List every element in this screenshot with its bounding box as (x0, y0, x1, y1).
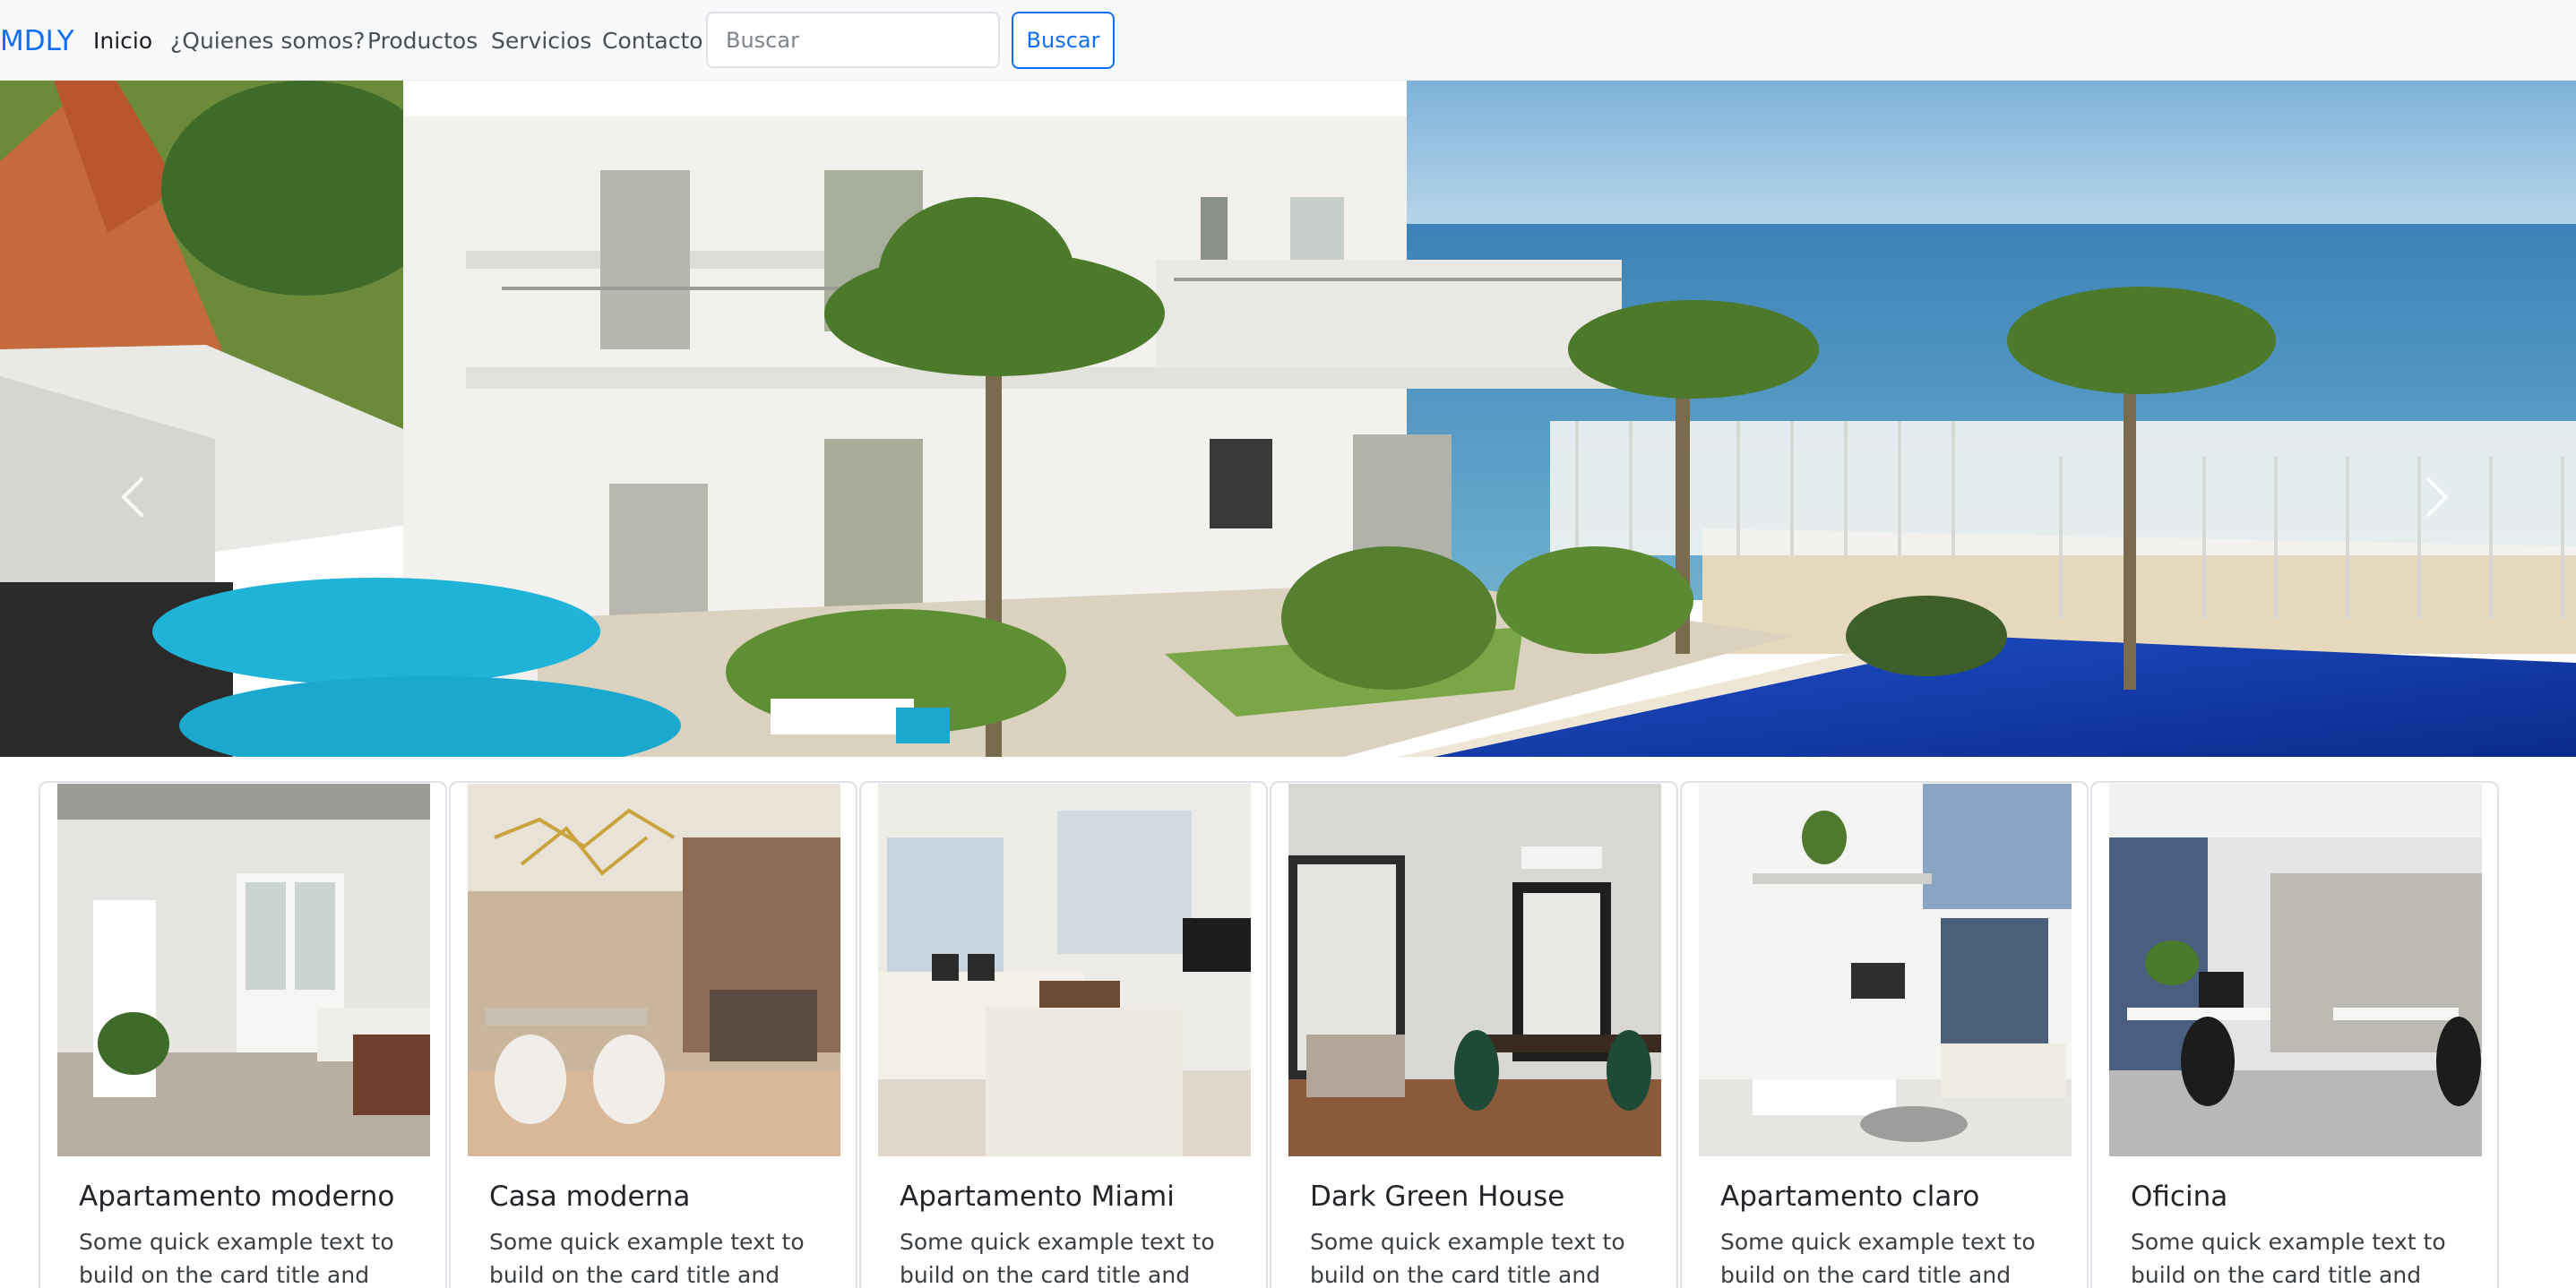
card-title: Apartamento Miami (900, 1181, 1175, 1213)
card-text: Some quick example text to build on the … (1310, 1229, 1625, 1288)
product-card[interactable]: Oficina Some quick example text to build… (2090, 781, 2499, 1288)
card-title: Casa moderna (489, 1181, 691, 1213)
card-title: Apartamento moderno (79, 1181, 395, 1213)
card-image (1288, 784, 1661, 1156)
card-image (2109, 784, 2482, 1156)
product-card[interactable]: Dark Green House Some quick example text… (1270, 781, 1678, 1288)
card-text: Some quick example text to build on the … (79, 1229, 394, 1288)
nav-link-productos[interactable]: Productos (367, 23, 478, 59)
card-title: Oficina (2131, 1181, 2228, 1213)
navbar: MDLY Inicio ¿Quienes somos? Productos Se… (0, 0, 2576, 81)
card-image (878, 784, 1251, 1156)
product-card[interactable]: Apartamento Miami Some quick example tex… (859, 781, 1268, 1288)
card-title: Dark Green House (1310, 1181, 1565, 1213)
nav-link-quienes-somos[interactable]: ¿Quienes somos? (170, 23, 366, 59)
product-cards: Apartamento moderno Some quick example t… (39, 781, 2499, 1288)
carousel-slide-image (0, 81, 2576, 757)
card-image (57, 784, 430, 1156)
card-image (1699, 784, 2072, 1156)
product-card[interactable]: Apartamento moderno Some quick example t… (39, 781, 447, 1288)
chevron-left-icon (122, 477, 143, 517)
card-text: Some quick example text to build on the … (489, 1229, 805, 1288)
card-title: Apartamento claro (1720, 1181, 1980, 1213)
card-image (468, 784, 840, 1156)
nav-link-contacto[interactable]: Contacto (602, 23, 703, 59)
product-card[interactable]: Casa moderna Some quick example text to … (449, 781, 857, 1288)
nav-link-servicios[interactable]: Servicios (491, 23, 591, 59)
card-text: Some quick example text to build on the … (2131, 1229, 2446, 1288)
brand-logo[interactable]: MDLY (0, 23, 74, 59)
carousel-prev-button[interactable] (106, 443, 159, 551)
search-input[interactable] (706, 12, 1000, 68)
hero-carousel (0, 81, 2576, 757)
product-card[interactable]: Apartamento claro Some quick example tex… (1680, 781, 2089, 1288)
carousel-next-button[interactable] (2410, 443, 2464, 551)
nav-link-inicio[interactable]: Inicio (93, 23, 152, 59)
chevron-right-icon (2426, 477, 2448, 517)
card-text: Some quick example text to build on the … (900, 1229, 1215, 1288)
search-button[interactable]: Buscar (1012, 12, 1115, 69)
card-text: Some quick example text to build on the … (1720, 1229, 2036, 1288)
